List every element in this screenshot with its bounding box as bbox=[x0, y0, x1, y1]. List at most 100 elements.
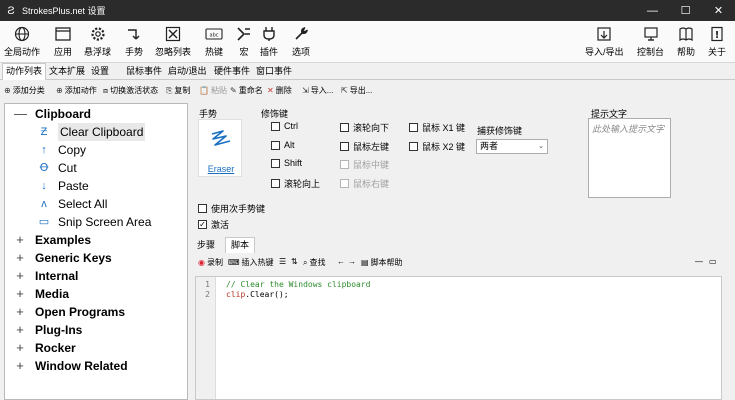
capture-modifier-select[interactable]: 两者 ⌄ bbox=[476, 139, 548, 154]
close-button[interactable]: ✕ bbox=[702, 0, 735, 21]
search-icon: ⌕ bbox=[303, 257, 308, 267]
modifier-wheel-down-checkbox[interactable]: 滚轮向下 bbox=[340, 121, 389, 134]
expand-icon[interactable]: + bbox=[14, 231, 26, 249]
window-icon bbox=[52, 25, 74, 43]
main-toolbar: 全局动作 应用 悬浮球 手势 忽略列表 abc 热键 宏 插件 选项 导入/导出… bbox=[0, 21, 735, 63]
toolbar-gestures-button[interactable]: 手势 bbox=[123, 23, 145, 61]
add-category-button[interactable]: ⊕ 添加分类 bbox=[4, 84, 45, 98]
toolbar-console-button[interactable]: 控制台 bbox=[637, 23, 664, 61]
wrench-icon bbox=[290, 25, 312, 43]
copy-button[interactable]: ⎘ 复制 bbox=[166, 84, 190, 98]
expand-icon[interactable]: + bbox=[14, 321, 26, 339]
toolbar-hotkeys-button[interactable]: abc 热键 bbox=[203, 23, 225, 61]
modifier-shift-checkbox[interactable]: Shift bbox=[271, 158, 302, 168]
modifier-alt-checkbox[interactable]: Alt bbox=[271, 140, 295, 150]
modifier-ctrl-checkbox[interactable]: Ctrl bbox=[271, 121, 298, 131]
tree-action-snip-screen-area[interactable]: ▭ Snip Screen Area bbox=[37, 213, 152, 231]
modifier-x2-button-checkbox[interactable]: 鼠标 X2 键 bbox=[409, 140, 465, 153]
modifier-wheel-up-checkbox[interactable]: 滚轮向上 bbox=[271, 177, 320, 190]
tree-action-cut[interactable]: Ꝋ Cut bbox=[37, 159, 77, 177]
toolbar-floater-button[interactable]: 悬浮球 bbox=[84, 23, 111, 61]
add-action-button[interactable]: ⊕ 添加动作 bbox=[56, 84, 97, 98]
delete-button[interactable]: ✕ 删除 bbox=[267, 84, 292, 98]
tree-action-clear-clipboard[interactable]: Ƶ Clear Clipboard bbox=[37, 123, 146, 141]
expand-icon[interactable]: + bbox=[14, 267, 26, 285]
toolbar-plugins-button[interactable]: 插件 bbox=[258, 23, 280, 61]
tab-steps[interactable]: 步骤 bbox=[192, 238, 220, 254]
tree-action-select-all[interactable]: ʌ Select All bbox=[37, 195, 107, 213]
use-secondary-button-checkbox[interactable]: 使用次手势键 bbox=[198, 202, 265, 215]
expand-icon[interactable]: + bbox=[14, 249, 26, 267]
paste-button[interactable]: 📋 粘贴 bbox=[199, 84, 227, 98]
tab-startup-exit[interactable]: 启动/退出 bbox=[165, 64, 210, 80]
arrow-down-icon: ↓ bbox=[41, 180, 47, 192]
tab-settings[interactable]: 设置 bbox=[88, 64, 112, 80]
forward-button[interactable]: → bbox=[348, 257, 356, 266]
toolbar-label: 应用 bbox=[53, 47, 72, 57]
toolbar-label: 热键 bbox=[204, 47, 223, 57]
collapse-icon[interactable]: — bbox=[14, 105, 27, 123]
tree-category-window-related[interactable]: + Window Related bbox=[5, 357, 127, 375]
modifier-right-button-checkbox[interactable]: 鼠标右键 bbox=[340, 177, 389, 190]
back-button[interactable]: ← bbox=[337, 257, 345, 266]
capture-modifier-label: 捕获修饰键 bbox=[477, 126, 523, 136]
tab-text-expansion[interactable]: 文本扩展 bbox=[46, 64, 88, 80]
tree-category-clipboard[interactable]: — Clipboard bbox=[5, 105, 91, 123]
script-help-button[interactable]: ▤ 脚本帮助 bbox=[361, 257, 403, 268]
toolbar-import-export-button[interactable]: 导入/导出 bbox=[585, 23, 624, 61]
toolbar-macros-button[interactable]: 宏 bbox=[233, 23, 255, 61]
import-export-icon bbox=[593, 25, 615, 43]
modifier-left-button-checkbox[interactable]: 鼠标左键 bbox=[340, 140, 389, 153]
tree-category-internal[interactable]: + Internal bbox=[5, 267, 78, 285]
toolbar-global-actions-button[interactable]: 全局动作 bbox=[4, 23, 40, 61]
insert-hotkey-icon: ⌨ bbox=[228, 258, 240, 267]
forward-icon: → bbox=[348, 257, 356, 266]
record-button[interactable]: ◉ 录制 bbox=[198, 257, 223, 268]
script-editor[interactable]: 1 2 // Clear the Windows clipboard clip.… bbox=[195, 276, 722, 400]
editor-maximize-button[interactable]: ▭ bbox=[709, 257, 717, 266]
list-button[interactable]: ☰ bbox=[279, 257, 286, 266]
tree-action-paste[interactable]: ↓ Paste bbox=[37, 177, 88, 195]
record-icon: ◉ bbox=[198, 258, 205, 267]
toolbar-label: 悬浮球 bbox=[84, 47, 112, 57]
insert-hotkey-button[interactable]: ⌨ 插入热键 bbox=[228, 257, 274, 268]
maximize-button[interactable]: ☐ bbox=[669, 0, 702, 21]
toggle-active-button[interactable]: ⧈ 切换激活状态 bbox=[103, 84, 158, 98]
tree-category-generic-keys[interactable]: + Generic Keys bbox=[5, 249, 112, 267]
gesture-eraser-icon bbox=[209, 126, 233, 150]
modifier-middle-button-checkbox[interactable]: 鼠标中键 bbox=[340, 158, 389, 171]
import-button[interactable]: ⇲ 导入... bbox=[302, 84, 333, 98]
rename-button[interactable]: ✎ 重命名 bbox=[230, 84, 263, 98]
tab-mouse-events[interactable]: 鼠标事件 bbox=[123, 64, 165, 80]
find-button[interactable]: ⌕ 查找 bbox=[303, 257, 325, 268]
editor-minimize-button[interactable]: — bbox=[695, 257, 703, 266]
tab-hardware-events[interactable]: 硬件事件 bbox=[211, 64, 253, 80]
tree-category-rocker[interactable]: + Rocker bbox=[5, 339, 75, 357]
modifier-x1-button-checkbox[interactable]: 鼠标 X1 键 bbox=[409, 121, 465, 134]
expand-icon[interactable]: + bbox=[14, 357, 26, 375]
tip-text-input[interactable]: 此处输入提示文字 bbox=[588, 118, 671, 198]
expand-icon[interactable]: + bbox=[14, 285, 26, 303]
expand-icon[interactable]: + bbox=[14, 303, 26, 321]
tree-category-examples[interactable]: + Examples bbox=[5, 231, 91, 249]
toolbar-about-button[interactable]: ! 关于 bbox=[706, 23, 728, 61]
tab-script[interactable]: 脚本 bbox=[225, 237, 256, 253]
tree-category-media[interactable]: + Media bbox=[5, 285, 69, 303]
expand-icon[interactable]: + bbox=[14, 339, 26, 357]
toolbar-apps-button[interactable]: 应用 bbox=[52, 23, 74, 61]
tree-category-plug-ins[interactable]: + Plug-Ins bbox=[5, 321, 82, 339]
activate-checkbox[interactable]: ✓ 激活 bbox=[198, 218, 229, 231]
export-button[interactable]: ⇱ 导出... bbox=[341, 84, 372, 98]
tree-category-open-programs[interactable]: + Open Programs bbox=[5, 303, 125, 321]
tab-action-list[interactable]: 动作列表 bbox=[2, 63, 47, 80]
sort-button[interactable]: ⇅ bbox=[291, 257, 298, 266]
gesture-preview[interactable]: Eraser bbox=[198, 119, 242, 177]
tab-window-events[interactable]: 窗口事件 bbox=[253, 64, 295, 80]
toolbar-help-button[interactable]: 帮助 bbox=[675, 23, 697, 61]
toolbar-ignore-list-button[interactable]: 忽略列表 bbox=[155, 23, 191, 61]
app-logo-icon: Ƨ bbox=[7, 4, 15, 17]
toolbar-options-button[interactable]: 选项 bbox=[290, 23, 312, 61]
minimize-button[interactable]: — bbox=[636, 0, 669, 21]
tree-action-copy[interactable]: ↑ Copy bbox=[37, 141, 86, 159]
gesture-name-link[interactable]: Eraser bbox=[199, 164, 243, 174]
